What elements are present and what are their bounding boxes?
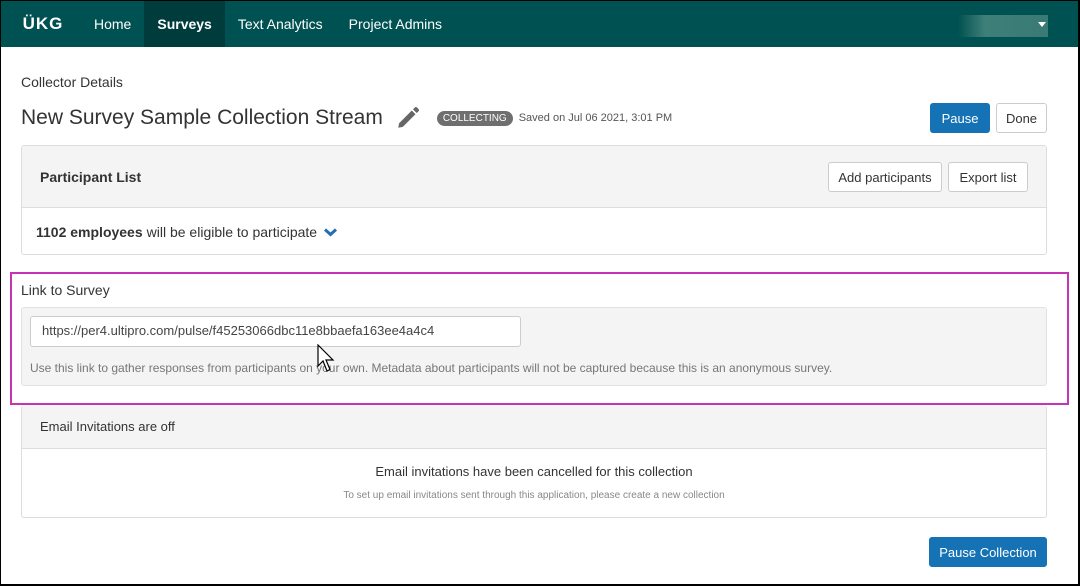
email-cancelled-message: Email invitations have been cancelled fo…: [375, 464, 693, 479]
export-list-button[interactable]: Export list: [948, 162, 1028, 192]
nav-text-analytics[interactable]: Text Analytics: [225, 1, 336, 47]
highlight-box: [10, 272, 1069, 405]
nav-project-admins[interactable]: Project Admins: [336, 1, 455, 47]
breadcrumb: Collector Details: [21, 74, 123, 90]
pause-collection-button[interactable]: Pause Collection: [929, 537, 1047, 567]
app-window: ÜKG Home Surveys Text Analytics Project …: [1, 1, 1078, 584]
done-button[interactable]: Done: [996, 103, 1047, 133]
email-sub-message: To set up email invitations sent through…: [343, 490, 725, 501]
eligible-text: will be eligible to participate: [146, 224, 318, 240]
nav-home[interactable]: Home: [81, 1, 144, 47]
add-participants-button[interactable]: Add participants: [828, 162, 942, 192]
top-nav: ÜKG Home Surveys Text Analytics Project …: [1, 1, 1078, 47]
status-badge: COLLECTING: [436, 110, 513, 126]
participant-list-heading: Participant List: [40, 169, 142, 185]
caret-down-icon[interactable]: [1038, 22, 1046, 27]
nav-surveys[interactable]: Surveys: [144, 1, 225, 47]
pencil-icon[interactable]: [395, 105, 421, 131]
email-panel: Email Invitations are off Email invitati…: [21, 405, 1047, 518]
ukg-logo[interactable]: ÜKG: [1, 1, 81, 47]
email-panel-header: Email Invitations are off: [22, 405, 1046, 449]
saved-timestamp: Saved on Jul 06 2021, 3:01 PM: [518, 112, 673, 124]
eligible-count-row: 1102 employees will be eligible to parti…: [36, 224, 338, 240]
chevron-down-icon[interactable]: [324, 227, 338, 237]
participant-panel-header: Participant List Add participants Export…: [22, 146, 1046, 208]
participant-panel: Participant List Add participants Export…: [21, 145, 1047, 255]
pause-button[interactable]: Pause: [930, 103, 990, 133]
email-invitations-heading: Email Invitations are off: [40, 419, 175, 434]
page-title: New Survey Sample Collection Stream: [21, 106, 383, 129]
employee-count: 1102 employees: [36, 224, 143, 240]
title-row: New Survey Sample Collection Stream COLL…: [21, 105, 672, 131]
user-name-blurred[interactable]: [958, 15, 1048, 37]
